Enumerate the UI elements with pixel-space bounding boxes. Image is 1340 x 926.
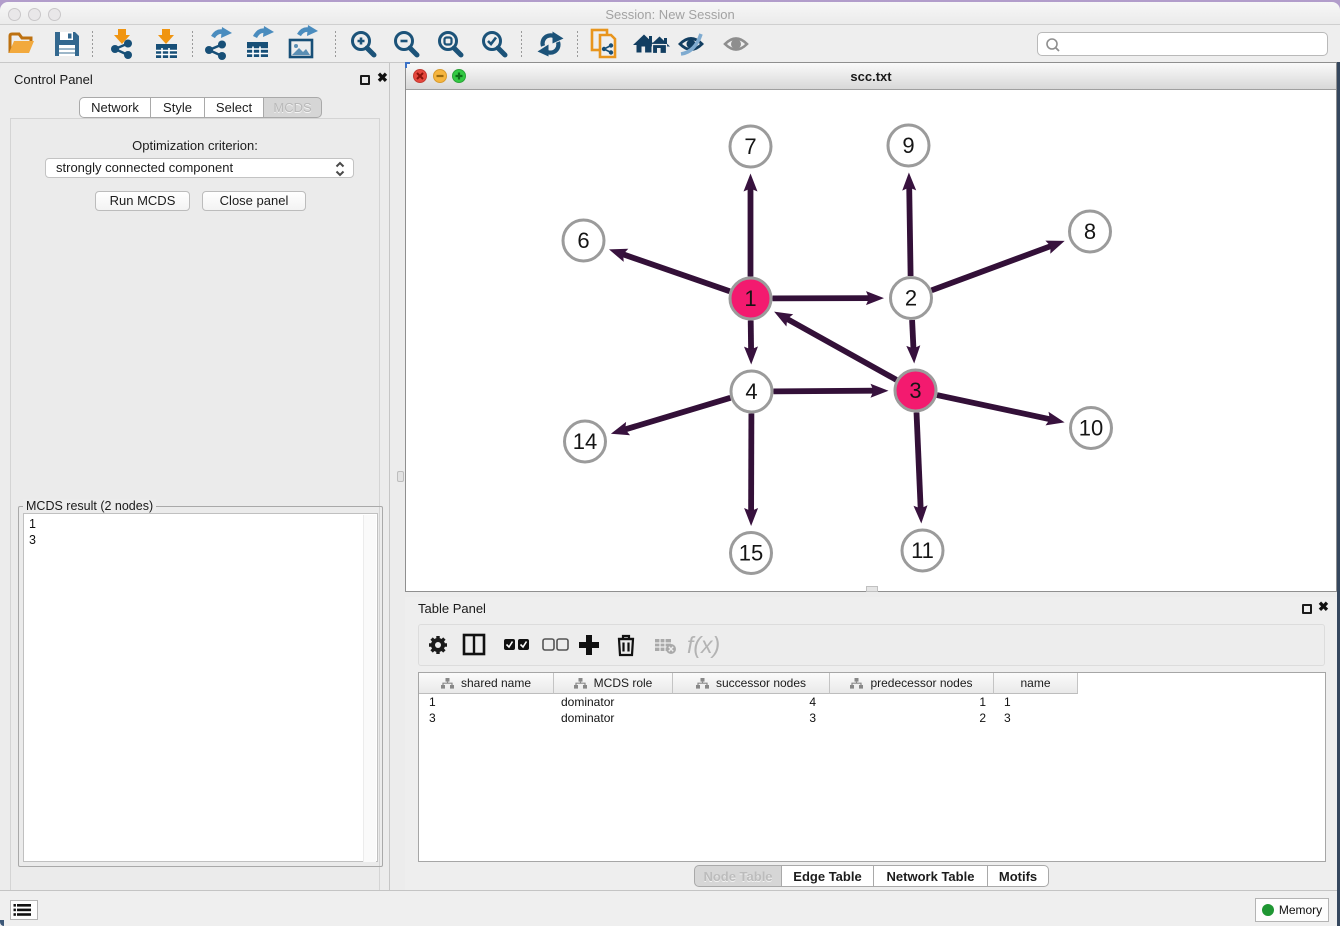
svg-text:2: 2	[905, 286, 917, 311]
svg-text:1: 1	[744, 286, 756, 311]
svg-text:14: 14	[573, 429, 597, 454]
svg-text:9: 9	[902, 133, 914, 158]
svg-text:10: 10	[1079, 416, 1103, 441]
svg-text:3: 3	[909, 378, 921, 403]
svg-text:f(x): f(x)	[687, 632, 720, 658]
svg-text:15: 15	[739, 541, 763, 566]
svg-text:4: 4	[745, 379, 757, 404]
svg-text:6: 6	[577, 228, 589, 253]
svg-text:7: 7	[744, 134, 756, 159]
svg-text:11: 11	[911, 538, 934, 563]
svg-text:8: 8	[1084, 219, 1096, 244]
